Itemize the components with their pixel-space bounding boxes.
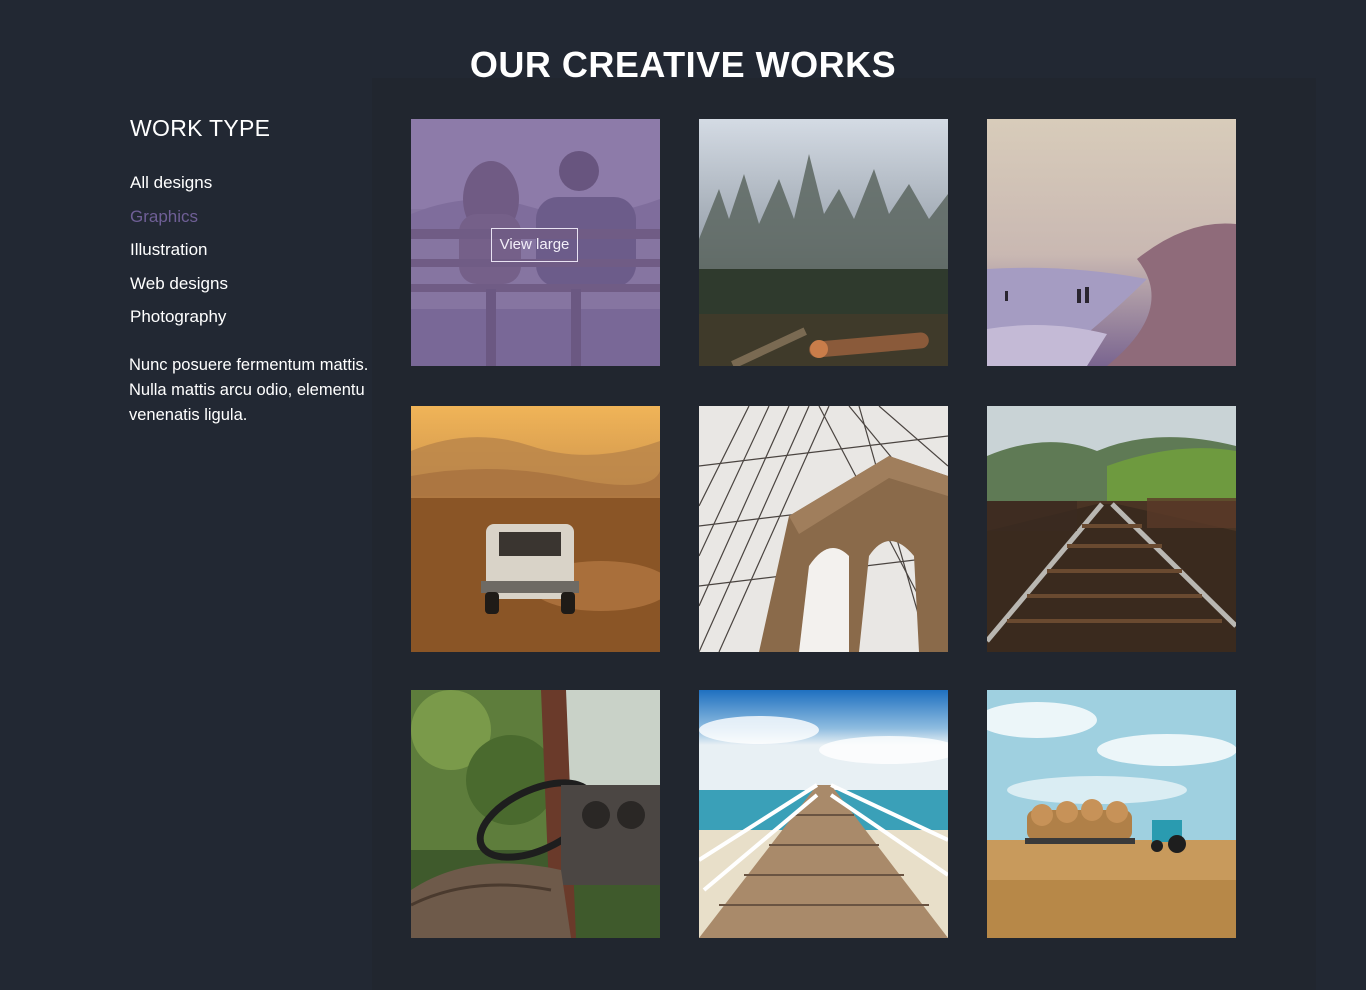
gallery-item-beach-sunset[interactable] bbox=[987, 119, 1236, 366]
misty-forest-image bbox=[699, 119, 948, 366]
view-large-button[interactable]: View large bbox=[491, 228, 578, 262]
van-desert-image bbox=[411, 406, 660, 652]
gallery-item-misty-forest[interactable] bbox=[699, 119, 948, 366]
pier-image bbox=[699, 690, 948, 938]
gallery-item-couple-on-bench[interactable]: View large bbox=[411, 119, 660, 366]
filter-list: All designs Graphics Illustration Web de… bbox=[130, 166, 380, 334]
work-type-sidebar: WORK TYPE All designs Graphics Illustrat… bbox=[129, 115, 380, 428]
gallery-item-tractor-hay-field[interactable] bbox=[987, 690, 1236, 938]
gallery-item-suspension-bridge[interactable] bbox=[699, 406, 948, 652]
filter-graphics[interactable]: Graphics bbox=[130, 200, 380, 234]
filter-photography[interactable]: Photography bbox=[130, 300, 380, 334]
gallery-item-pier-to-sea[interactable] bbox=[699, 690, 948, 938]
beach-image bbox=[987, 119, 1236, 366]
gallery-item-van-in-desert[interactable] bbox=[411, 406, 660, 652]
filter-web-designs[interactable]: Web designs bbox=[130, 267, 380, 301]
railway-image bbox=[987, 406, 1236, 652]
sidebar-description: Nunc posuere fermentum mattis. Nulla mat… bbox=[129, 355, 369, 424]
sidebar-heading: WORK TYPE bbox=[130, 115, 271, 141]
bridge-image bbox=[699, 406, 948, 652]
gallery-item-railway-tracks[interactable] bbox=[987, 406, 1236, 652]
filter-illustration[interactable]: Illustration bbox=[130, 233, 380, 267]
portfolio-section: OUR CREATIVE WORKS WORK TYPE All designs… bbox=[0, 0, 1366, 990]
gallery-item-old-car-interior[interactable] bbox=[411, 690, 660, 938]
tractor-field-image bbox=[987, 690, 1236, 938]
car-interior-image bbox=[411, 690, 660, 938]
filter-all-designs[interactable]: All designs bbox=[130, 166, 380, 200]
